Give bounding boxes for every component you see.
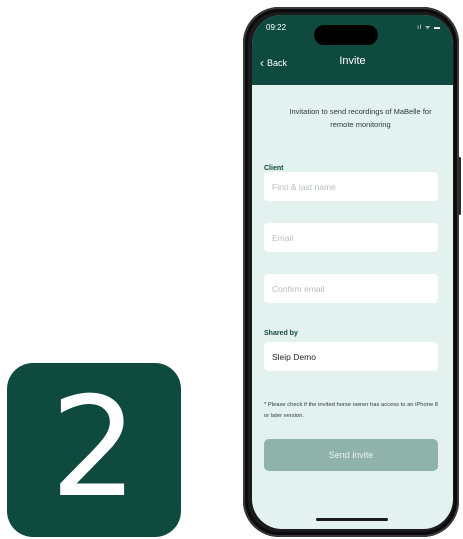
phone-screen: 09:22 ıl ᯤ ▬ ‹ Back Invite Invitation to…	[252, 15, 453, 529]
status-time: 09:22	[266, 23, 287, 32]
status-icons: ıl ᯤ ▬	[417, 25, 441, 31]
confirm-email-field[interactable]: Confirm email	[264, 274, 438, 303]
shared-by-field[interactable]: Sleip Demo	[264, 342, 438, 371]
nav-bar: ‹ Back Invite	[252, 45, 453, 85]
email-field[interactable]: Email	[264, 223, 438, 252]
step-badge: 2	[7, 363, 181, 537]
client-section-label: Client	[264, 165, 284, 172]
intro-text: Invitation to send recordings of MaBelle…	[289, 107, 432, 129]
send-invite-button[interactable]: Send invite	[264, 439, 438, 471]
step-number: 2	[50, 367, 138, 528]
home-indicator	[316, 518, 388, 521]
page-title: Invite	[339, 55, 366, 67]
compatibility-note: * Please check if the invited horse owne…	[264, 402, 439, 419]
phone-mockup: 09:22 ıl ᯤ ▬ ‹ Back Invite Invitation to…	[243, 7, 461, 537]
dynamic-island	[314, 25, 378, 45]
shared-by-label: Shared by	[264, 330, 298, 337]
phone-side-button	[458, 157, 461, 215]
client-name-field[interactable]: First & last name	[264, 172, 438, 201]
